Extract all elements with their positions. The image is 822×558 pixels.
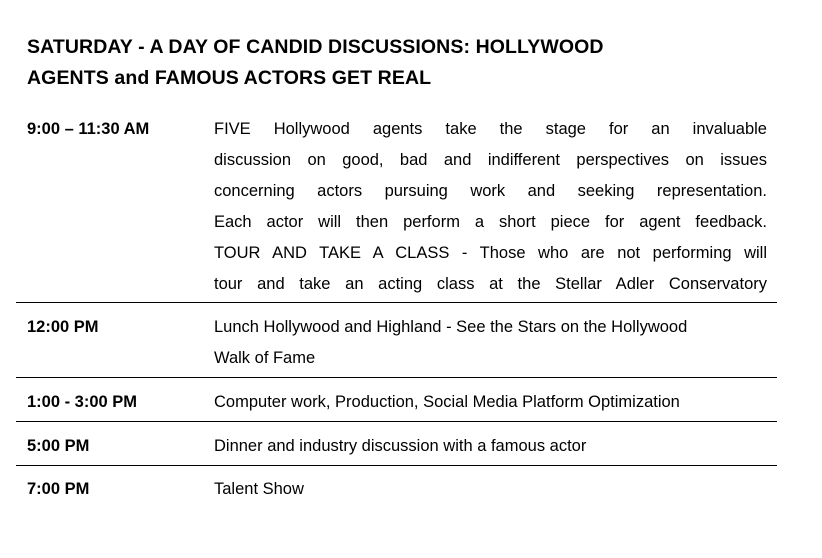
schedule-time: 5:00 PM (27, 431, 214, 462)
time-text: 9:00 – 11:30 AM (27, 120, 150, 138)
schedule-description: Dinner and industry discussion with a fa… (214, 431, 767, 462)
title-line-2: AGENTS and FAMOUS ACTORS GET REAL (27, 67, 432, 89)
description-line: tour and take an acting class at the Ste… (214, 275, 767, 293)
schedule-description: Talent Show (214, 474, 767, 505)
schedule-time: 9:00 – 11:30 AM (27, 114, 214, 300)
schedule-description: Lunch Hollywood and Highland - See the S… (214, 312, 767, 374)
description-line: Computer work, Production, Social Media … (214, 393, 680, 411)
schedule-description: Computer work, Production, Social Media … (214, 387, 767, 418)
schedule-row-morning: 9:00 – 11:30 AM FIVE Hollywood agents ta… (16, 110, 777, 303)
schedule-description: FIVE Hollywood agents take the stage for… (214, 114, 767, 300)
page-title: SATURDAY - A DAY OF CANDID DISCUSSIONS: … (27, 32, 747, 94)
description-line: FIVE Hollywood agents take the stage for… (214, 120, 767, 138)
description-line: discussion on good, bad and indifferent … (214, 151, 767, 169)
description-line: Lunch Hollywood and Highland - See the S… (214, 318, 688, 336)
description-line: Dinner and industry discussion with a fa… (214, 437, 587, 455)
time-text: 1:00 - 3:00 PM (27, 393, 138, 411)
schedule-time: 12:00 PM (27, 312, 214, 374)
description-line: Each actor will then perform a short pie… (214, 213, 767, 231)
schedule-time: 7:00 PM (27, 474, 214, 505)
schedule-row-afternoon: 1:00 - 3:00 PM Computer work, Production… (16, 378, 777, 422)
schedule-time: 1:00 - 3:00 PM (27, 387, 214, 418)
description-line: Walk of Fame (214, 349, 316, 367)
title-line-1: SATURDAY - A DAY OF CANDID DISCUSSIONS: … (27, 36, 604, 58)
schedule-row-evening: 7:00 PM Talent Show (16, 466, 777, 507)
schedule-table: 9:00 – 11:30 AM FIVE Hollywood agents ta… (16, 110, 777, 507)
time-text: 12:00 PM (27, 318, 99, 336)
schedule-row-dinner: 5:00 PM Dinner and industry discussion w… (16, 422, 777, 466)
time-text: 7:00 PM (27, 480, 90, 498)
description-line: Talent Show (214, 480, 304, 498)
description-line: concerning actors pursuing work and seek… (214, 182, 767, 200)
time-text: 5:00 PM (27, 437, 90, 455)
schedule-row-noon: 12:00 PM Lunch Hollywood and Highland - … (16, 303, 777, 378)
description-line: TOUR AND TAKE A CLASS - Those who are no… (214, 244, 767, 262)
